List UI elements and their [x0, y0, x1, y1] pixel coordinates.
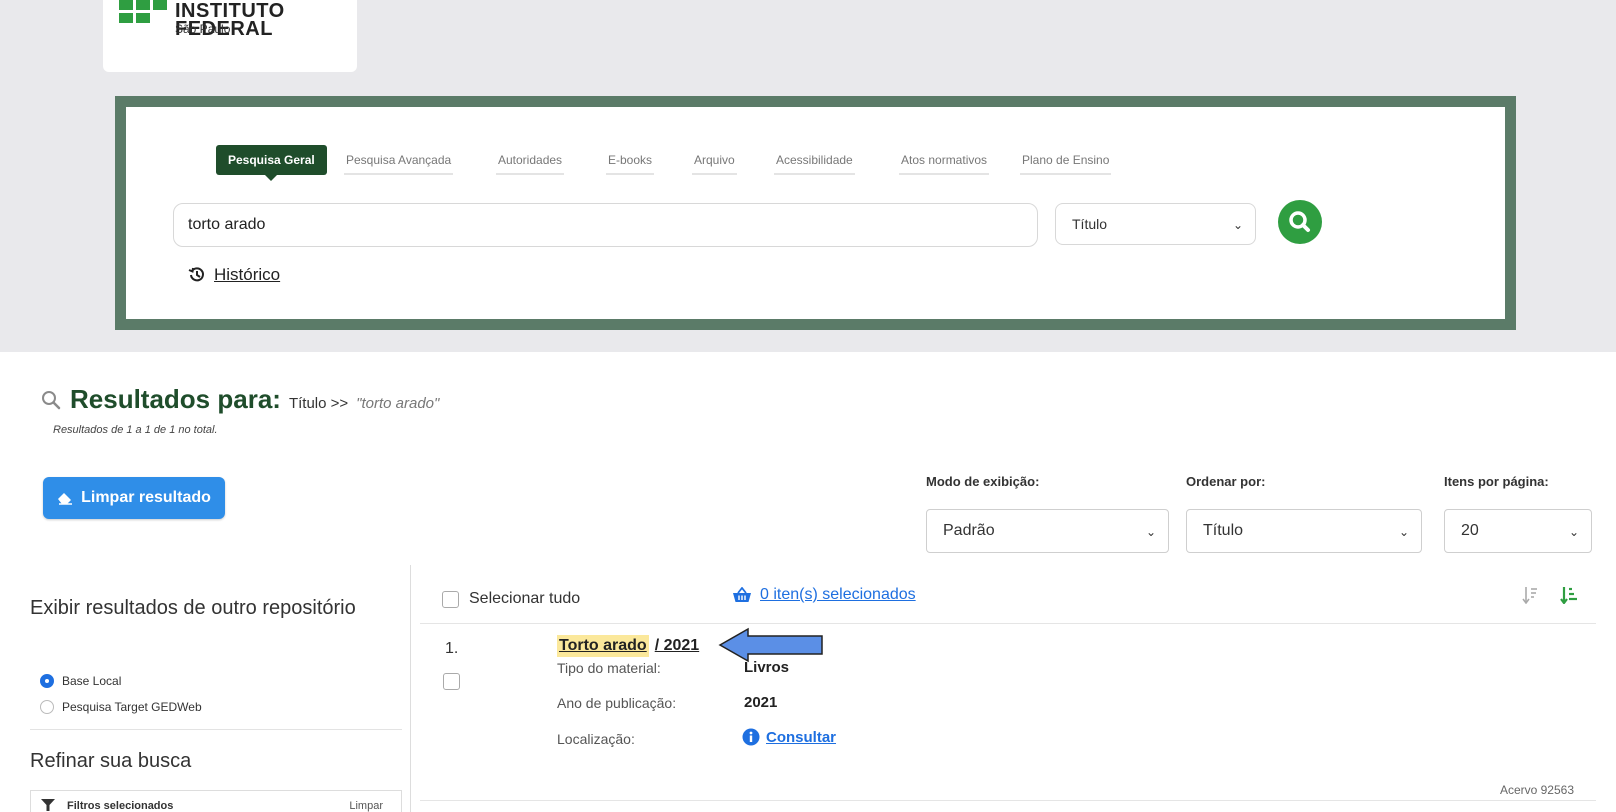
history-icon [188, 267, 204, 282]
chevron-down-icon: ⌄ [1398, 525, 1409, 539]
publication-year-label: Ano de publicação: [557, 695, 677, 711]
refine-title: Refinar sua busca [30, 750, 192, 772]
search-icon [1289, 211, 1310, 232]
per-page-label: Itens por página: [1444, 474, 1549, 489]
eraser-icon [58, 493, 73, 505]
annotation-arrow-icon [718, 627, 823, 663]
chevron-down-icon: ⌄ [1568, 525, 1579, 539]
result-year-suffix: / 2021 [654, 637, 700, 654]
publication-year-value: 2021 [744, 694, 778, 711]
search-field-value: Título [1072, 216, 1108, 232]
filter-icon [41, 799, 55, 811]
results-field: Título >> [288, 395, 349, 412]
tab-autoridades[interactable]: Autoridades [496, 145, 565, 175]
result-title-link[interactable]: Torto arado / 2021 [557, 635, 699, 657]
sort-select[interactable]: Título ⌄ [1186, 509, 1422, 553]
location-consult-link[interactable]: Consultar [742, 728, 836, 746]
chevron-down-icon: ⌄ [1232, 218, 1243, 232]
clear-results-button[interactable]: Limpar resultado [43, 477, 225, 519]
selected-items-link[interactable]: 0 iten(s) selecionados [732, 586, 916, 604]
chevron-down-icon: ⌄ [1145, 525, 1156, 539]
display-mode-label: Modo de exibição: [926, 474, 1040, 489]
sort-direction [1522, 586, 1578, 604]
results-title: Resultados para: [70, 384, 281, 414]
radio-selected-icon [40, 674, 54, 688]
search-button[interactable] [1278, 200, 1322, 244]
select-all[interactable]: Selecionar tudo [442, 590, 580, 608]
display-mode-value: Padrão [943, 522, 995, 539]
clear-filters-link[interactable]: Limpar [349, 800, 383, 812]
sort-label: Ordenar por: [1186, 474, 1266, 489]
selected-filters-label: Filtros selecionados [67, 800, 174, 812]
selected-count-label: 0 iten(s) selecionados [760, 586, 916, 603]
basket-icon [733, 587, 751, 602]
result-number: 1. [445, 640, 459, 657]
tab-ebooks[interactable]: E-books [606, 145, 655, 175]
search-field-select[interactable]: Título ⌄ [1055, 203, 1256, 245]
sidebar-separator [30, 729, 402, 730]
result-item: 1. Torto arado / 2021 Tipo do material: … [420, 625, 1596, 801]
tab-acessibilidade[interactable]: Acessibilidade [774, 145, 855, 175]
acervo-id: Acervo 92563 [1499, 783, 1574, 797]
radio-unselected-icon [40, 700, 54, 714]
location-label: Localização: [557, 731, 635, 747]
tab-pesquisa-avancada[interactable]: Pesquisa Avançada [344, 145, 454, 175]
repo-option-label: Pesquisa Target GEDWeb [62, 700, 202, 714]
results-header: Resultados para: Título >> "torto arado" [40, 384, 439, 415]
repo-title: Exibir resultados de outro repositório [30, 597, 356, 619]
history-link[interactable]: Histórico [188, 265, 280, 285]
search-icon [42, 390, 61, 409]
repo-option-gedweb[interactable]: Pesquisa Target GEDWeb [40, 700, 202, 714]
logo[interactable]: INSTITUTO FEDERAL São Paulo [103, 0, 357, 72]
logo-mark-icon [119, 0, 167, 30]
tab-plano-de-ensino[interactable]: Plano de Ensino [1020, 145, 1112, 175]
repo-option-label: Base Local [62, 674, 122, 688]
results-list-header: Selecionar tudo 0 iten(s) selecionados [420, 572, 1596, 624]
result-title: Torto arado [557, 635, 649, 657]
logo-subtitle: São Paulo [175, 22, 231, 36]
clear-results-label: Limpar resultado [81, 489, 211, 506]
display-mode-select[interactable]: Padrão ⌄ [926, 509, 1169, 553]
sort-desc-icon[interactable] [1522, 586, 1538, 604]
info-icon [742, 728, 760, 746]
results-query: "torto arado" [356, 395, 440, 412]
results-count: Resultados de 1 a 1 de 1 no total. [53, 424, 218, 436]
tab-pesquisa-geral[interactable]: Pesquisa Geral [216, 145, 327, 181]
history-label: Histórico [214, 265, 281, 284]
per-page-select[interactable]: 20 ⌄ [1444, 509, 1592, 553]
tab-arquivo[interactable]: Arquivo [692, 145, 737, 175]
search-input[interactable]: torto arado [173, 203, 1038, 247]
repo-option-base-local[interactable]: Base Local [40, 674, 121, 688]
sort-asc-icon[interactable] [1560, 586, 1578, 604]
tab-atos-normativos[interactable]: Atos normativos [899, 145, 990, 175]
selected-filters-bar: Filtros selecionados Limpar [30, 790, 402, 812]
sort-value: Título [1203, 522, 1244, 539]
search-panel: Pesquisa Geral Pesquisa Avançada Autorid… [115, 96, 1516, 330]
select-all-label: Selecionar tudo [469, 590, 581, 607]
per-page-value: 20 [1461, 522, 1479, 539]
sidebar-divider [410, 565, 411, 812]
select-all-checkbox[interactable] [442, 590, 459, 608]
consult-label: Consultar [766, 728, 837, 746]
material-type-label: Tipo do material: [557, 660, 661, 676]
result-checkbox[interactable] [443, 673, 460, 690]
